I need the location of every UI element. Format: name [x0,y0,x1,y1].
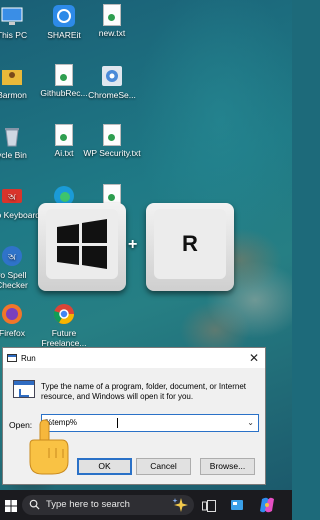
task-view-button[interactable] [202,499,216,512]
this-pc-icon [0,4,24,28]
task-view-icon [202,500,216,512]
plus-sign: + [128,236,138,253]
copilot-button[interactable] [258,496,276,514]
desktop-icon-avro-spell[interactable]: অ ro Spell Checker [0,244,42,290]
text-file-icon [55,64,73,86]
avro-spell-icon: অ [0,244,24,268]
windows-start-icon [5,500,17,512]
firefox-icon [0,302,24,326]
run-app-icon [7,354,17,362]
chrome-icon [52,302,76,326]
shareit-icon [52,4,76,28]
start-button[interactable] [5,499,17,512]
browse-button[interactable]: Browse... [200,458,255,475]
taskbar: Type here to search [0,490,292,520]
r-key-label: R [182,231,198,256]
close-icon[interactable]: ✕ [249,351,259,365]
desktop-icon-new-txt[interactable]: new.txt [82,4,142,38]
avro-keyboard-icon: অ [0,184,24,208]
widgets-icon [231,500,243,510]
text-file-icon [55,124,73,146]
search-placeholder: Type here to search [46,499,130,510]
recycle-bin-icon [0,124,24,148]
windows-key [38,203,126,291]
folder-user-icon [0,64,24,88]
chrome-settings-icon [100,64,124,88]
search-icon [29,499,40,510]
ok-button[interactable]: OK [77,458,132,475]
open-input[interactable]: %temp% ⌄ [41,414,259,432]
taskbar-search[interactable]: Type here to search [22,495,194,515]
copilot-icon [260,497,274,513]
r-key: R [146,203,234,291]
widgets-button[interactable] [230,498,244,512]
svg-text:অ: অ [7,193,16,203]
run-title: Run [21,353,36,363]
desktop-icon-wp-security[interactable]: WP Security.txt [82,124,142,158]
run-description: Type the name of a program, folder, docu… [41,382,247,401]
text-file-icon [103,124,121,146]
text-cursor [117,417,119,428]
pointing-hand-icon [22,418,72,476]
svg-text:অ: অ [7,253,16,263]
run-title-bar[interactable]: Run ✕ [3,348,265,368]
sparkle-icon [172,498,188,512]
text-file-icon [103,4,121,26]
windows-logo-icon [57,219,107,269]
chevron-down-icon[interactable]: ⌄ [247,415,254,431]
desktop: This PC SHAREit new.txt Barmon GithubRec… [0,0,292,490]
run-icon [13,380,35,398]
desktop-icon-chromese[interactable]: ChromeSe... [82,64,142,100]
desktop-icon-future-freelance[interactable]: Future Freelance... [34,302,94,348]
cancel-button[interactable]: Cancel [136,458,191,475]
